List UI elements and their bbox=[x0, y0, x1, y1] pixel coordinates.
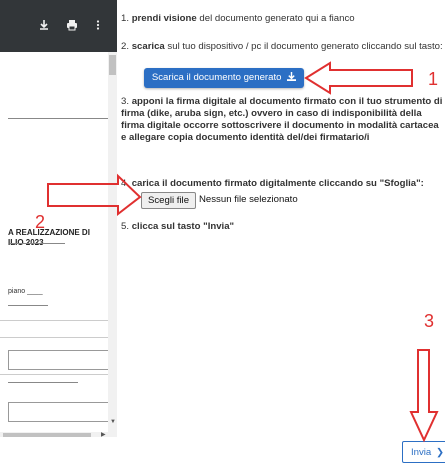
annotation-arrow-2 bbox=[47, 173, 142, 217]
annotation-number-1: 1 bbox=[428, 69, 439, 89]
annotation-arrow-3 bbox=[409, 349, 439, 443]
annotation-arrows bbox=[47, 61, 439, 443]
annotation-number-3: 3 bbox=[424, 311, 435, 331]
annotation-arrow-1 bbox=[304, 61, 413, 95]
annotation-number-2: 2 bbox=[35, 212, 46, 232]
